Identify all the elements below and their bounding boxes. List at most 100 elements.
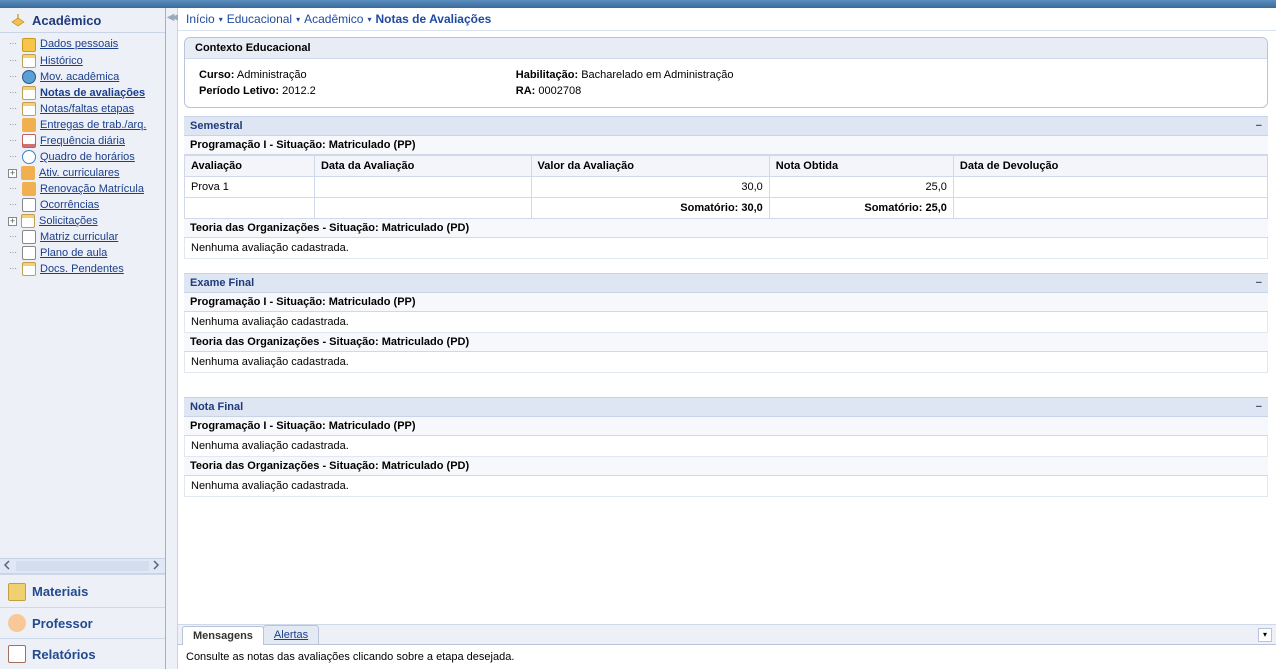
sidebar-item-quadro-horarios[interactable]: ⋯Quadro de horários [0, 149, 165, 165]
chevron-down-icon: ▾ [1263, 630, 1267, 639]
sidebar-item-ativ-curriculares[interactable]: + Ativ. curriculares [0, 165, 165, 181]
main-panel: Início▾ Educacional▾ Acadêmico▾ Notas de… [178, 8, 1276, 669]
tab-content-mensagens: Consulte as notas das avaliações clicand… [178, 644, 1276, 669]
sidebar-item-plano-aula[interactable]: ⋯Plano de aula [0, 245, 165, 261]
upload-icon [22, 118, 36, 132]
tree-leaf-icon: ⋯ [8, 40, 18, 48]
tab-alertas[interactable]: Alertas [263, 625, 319, 644]
sidebar-item-docs-pendentes[interactable]: ⋯Docs. Pendentes [0, 261, 165, 277]
sidebar-item-notas-faltas[interactable]: ⋯ Notas/faltas etapas [0, 101, 165, 117]
sidebar-item-notas-avaliacoes[interactable]: ⋯Notas de avaliações [0, 85, 165, 101]
tree-leaf-icon: ⋯ [8, 121, 18, 129]
context-ra: RA: 0002708 [516, 83, 734, 99]
collapse-icon[interactable]: − [1256, 401, 1262, 413]
tree-leaf-icon: ⋯ [8, 73, 18, 81]
sidebar-item-label: Quadro de horários [40, 151, 135, 163]
sidebar-item-renovacao[interactable]: ⋯Renovação Matrícula [0, 181, 165, 197]
breadcrumb: Início▾ Educacional▾ Acadêmico▾ Notas de… [178, 8, 1276, 31]
tab-overflow-button[interactable]: ▾ [1258, 628, 1272, 642]
accordion-label: Relatórios [32, 647, 96, 662]
calendar-icon [22, 134, 36, 148]
clock-icon [22, 150, 36, 164]
sidebar-item-historico[interactable]: ⋯ Histórico [0, 53, 165, 69]
sidebar-item-solicitacoes[interactable]: +Solicitações [0, 213, 165, 229]
sidebar-item-ocorrencias[interactable]: ⋯Ocorrências [0, 197, 165, 213]
sidebar-hscroll[interactable] [0, 558, 165, 574]
accordion-relatorios[interactable]: Relatórios [0, 638, 165, 669]
scroll-track[interactable] [16, 561, 149, 571]
collapse-icon[interactable]: − [1256, 120, 1262, 132]
context-habilitacao: Habilitação: Bacharelado em Administraçã… [516, 67, 734, 83]
request-icon [21, 214, 35, 228]
scroll-right-icon[interactable] [151, 560, 163, 572]
accordion-materiais[interactable]: Materiais [0, 574, 165, 607]
tab-mensagens[interactable]: Mensagens [182, 626, 264, 645]
sidebar-item-frequencia[interactable]: ⋯ Frequência diária [0, 133, 165, 149]
tree-leaf-icon: ⋯ [8, 105, 18, 113]
tree-expand-icon[interactable]: + [8, 217, 17, 226]
section-title: Semestral [190, 120, 243, 132]
context-periodo: Período Letivo: 2012.2 [199, 83, 316, 99]
sidebar-item-entregas-trab[interactable]: ⋯ Entregas de trab./arq. [0, 117, 165, 133]
section-title: Exame Final [190, 277, 254, 289]
docs-icon [22, 262, 36, 276]
table-row-sum: Somatório: 30,0 Somatório: 25,0 [185, 198, 1268, 219]
tree-leaf-icon: ⋯ [8, 233, 18, 241]
sidebar-item-mov-academica[interactable]: ⋯Mov. acadêmica [0, 69, 165, 85]
sidebar-item-dados-pessoais[interactable]: ⋯ Dados pessoais [0, 35, 165, 53]
tree-leaf-icon: ⋯ [8, 265, 18, 273]
tree-expand-icon[interactable]: + [8, 169, 17, 178]
breadcrumb-educacional[interactable]: Educacional▾ [227, 12, 300, 26]
sidebar-item-label: Dados pessoais [40, 38, 118, 50]
cell-devolucao [953, 177, 1267, 198]
breadcrumb-current: Notas de Avaliações [376, 12, 492, 26]
sidebar-item-label: Entregas de trab./arq. [40, 119, 146, 131]
col-valor: Valor da Avaliação [531, 156, 769, 177]
sidebar-item-label: Notas/faltas etapas [40, 103, 134, 115]
tree-leaf-icon: ⋯ [8, 201, 18, 209]
notes-icon [22, 102, 36, 116]
section-header-notafinal[interactable]: Nota Final − [184, 397, 1268, 417]
sidebar-section-academico[interactable]: Acadêmico [0, 8, 165, 33]
col-avaliacao: Avaliação [185, 156, 315, 177]
people-icon [21, 166, 35, 180]
renew-icon [22, 182, 36, 196]
course-header-prog1: Programação I - Situação: Matriculado (P… [184, 293, 1268, 312]
tree-leaf-icon: ⋯ [8, 185, 18, 193]
course-header-prog1: Programação I - Situação: Matriculado (P… [184, 417, 1268, 436]
matrix-icon [22, 230, 36, 244]
col-devolucao: Data de Devolução [953, 156, 1267, 177]
sidebar-nav: ⋯ Dados pessoais ⋯ Histórico ⋯Mov. acadêmi… [0, 33, 165, 558]
cell-data [314, 177, 531, 198]
collapse-icon[interactable]: − [1256, 277, 1262, 289]
breadcrumb-academico[interactable]: Acadêmico▾ [304, 12, 371, 26]
tree-leaf-icon: ⋯ [8, 57, 18, 65]
footer-tabs: Mensagens Alertas ▾ Consulte as notas da… [178, 624, 1276, 669]
accordion-professor[interactable]: Professor [0, 607, 165, 638]
col-nota: Nota Obtida [769, 156, 953, 177]
breadcrumb-inicio[interactable]: Início▾ [186, 12, 223, 26]
tree-leaf-icon: ⋯ [8, 137, 18, 145]
col-data: Data da Avaliação [314, 156, 531, 177]
tree-leaf-icon: ⋯ [8, 89, 18, 97]
section-header-semestral[interactable]: Semestral − [184, 116, 1268, 136]
course-header-prog1: Programação I - Situação: Matriculado (P… [184, 136, 1268, 155]
course-header-teoria: Teoria das Organizações - Situação: Matr… [184, 333, 1268, 352]
sidebar-item-label: Ativ. curriculares [39, 167, 119, 179]
chevron-down-icon: ▾ [296, 15, 300, 24]
accordion-label: Materiais [32, 584, 88, 599]
sidebar: Acadêmico ⋯ Dados pessoais ⋯ Histórico ⋯Mo… [0, 8, 166, 669]
sidebar-collapse-button[interactable]: ◀◀ [166, 8, 178, 669]
empty-message: Nenhuma avaliação cadastrada. [184, 476, 1268, 497]
section-semestral: Semestral − Programação I - Situação: Ma… [184, 116, 1268, 259]
section-header-examefinal[interactable]: Exame Final − [184, 273, 1268, 293]
cell-valor: 30,0 [531, 177, 769, 198]
sidebar-item-label: Frequência diária [40, 135, 125, 147]
scroll-left-icon[interactable] [2, 560, 14, 572]
sidebar-item-matriz[interactable]: ⋯ Matriz curricular [0, 229, 165, 245]
sidebar-item-label: Matriz curricular [40, 231, 118, 243]
sum-valor: Somatório: 30,0 [531, 198, 769, 219]
course-header-teoria: Teoria das Organizações - Situação: Matr… [184, 219, 1268, 238]
tree-leaf-icon: ⋯ [8, 249, 18, 257]
sidebar-item-label: Histórico [40, 55, 83, 67]
